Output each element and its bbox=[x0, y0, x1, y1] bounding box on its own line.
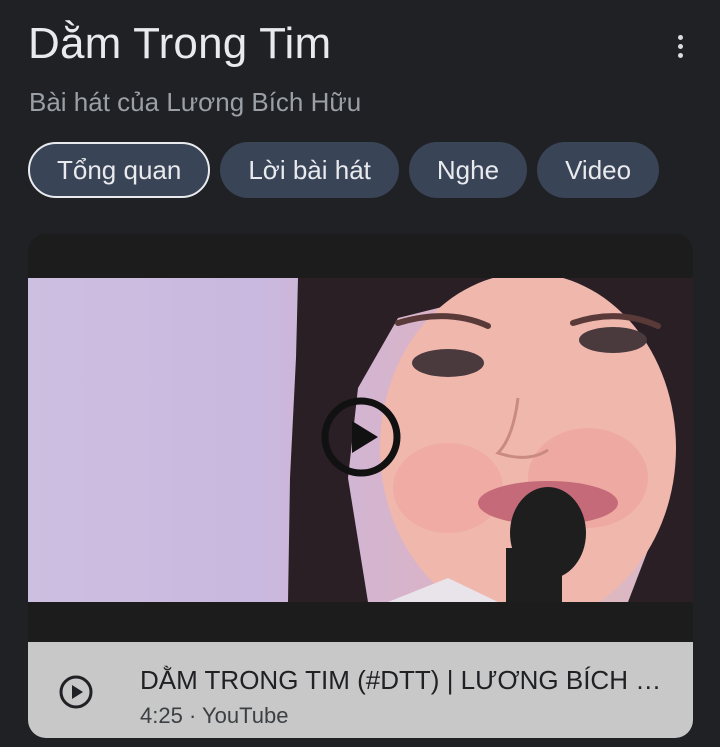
video-card[interactable]: DẰM TRONG TIM (#DTT) | LƯƠNG BÍCH H... 4… bbox=[28, 234, 693, 738]
play-circle-icon[interactable] bbox=[58, 674, 94, 710]
play-button-icon[interactable] bbox=[320, 396, 402, 478]
video-letterbox-top bbox=[28, 234, 693, 278]
tab-lyrics[interactable]: Lời bài hát bbox=[220, 142, 399, 198]
knowledge-panel: Dằm Trong Tim Bài hát của Lương Bích Hữu… bbox=[0, 0, 720, 747]
tab-overview[interactable]: Tổng quan bbox=[28, 142, 211, 198]
meta-separator: · bbox=[188, 703, 197, 728]
video-duration: 4:25 bbox=[140, 703, 183, 728]
more-dot bbox=[677, 52, 683, 58]
tab-listen[interactable]: Nghe bbox=[408, 142, 528, 198]
video-source: YouTube bbox=[202, 703, 289, 728]
video-letterbox-bottom bbox=[28, 602, 693, 642]
video-meta: 4:25 · YouTube bbox=[140, 702, 288, 730]
more-vert-icon[interactable] bbox=[666, 30, 694, 62]
tab-video[interactable]: Video bbox=[537, 142, 660, 198]
more-dot bbox=[677, 34, 683, 40]
tab-bar: Tổng quan Lời bài hát Nghe Video bbox=[28, 142, 660, 198]
video-info-bar[interactable]: DẰM TRONG TIM (#DTT) | LƯƠNG BÍCH H... 4… bbox=[28, 642, 693, 738]
page-subtitle: Bài hát của Lương Bích Hữu bbox=[29, 87, 362, 117]
video-title-link[interactable]: DẰM TRONG TIM (#DTT) | LƯƠNG BÍCH H... bbox=[140, 664, 670, 696]
more-dot bbox=[677, 43, 683, 49]
page-title: Dằm Trong Tim bbox=[28, 19, 332, 68]
